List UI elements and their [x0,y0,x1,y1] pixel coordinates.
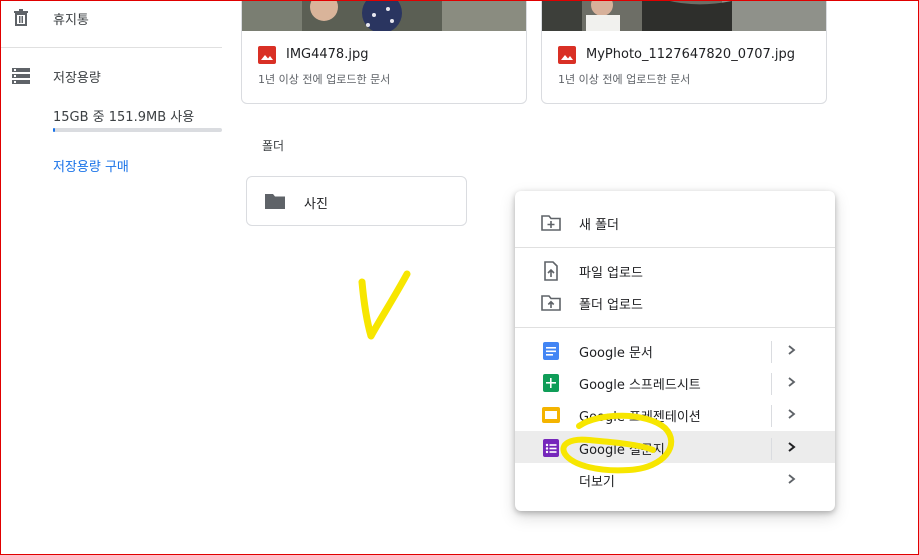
new-item-context-menu: 새 폴더 파일 업로드 폴더 업로드 Google 문서 Google 스프레드… [515,191,835,511]
sidebar-divider [0,47,222,48]
submenu-separator [771,438,772,460]
file-subtitle: 1년 이상 전에 업로드한 문서 [258,73,391,86]
file-thumbnail [542,0,826,31]
menu-divider [515,327,835,328]
storage-icon [12,68,30,84]
image-file-icon [558,46,576,64]
file-name: IMG4478.jpg [286,47,369,62]
chevron-right-icon[interactable] [785,372,799,392]
file-upload-icon [544,261,558,281]
menu-item-label: Google 스프레드시트 [579,378,701,393]
file-card[interactable]: IMG4478.jpg 1년 이상 전에 업로드한 문서 [241,0,527,104]
submenu-separator [771,373,772,395]
menu-item-label: 폴더 업로드 [579,298,643,313]
sidebar-item-trash[interactable]: 휴지통 [53,9,89,28]
storage-progress-fill [53,128,55,132]
submenu-separator [771,341,772,363]
storage-progress-bar [53,128,222,132]
sidebar-item-storage[interactable]: 저장용량 [53,67,101,86]
new-folder-icon [541,215,561,231]
menu-item-label: 새 폴더 [579,218,620,233]
chevron-right-icon[interactable] [785,469,799,489]
menu-item-google-docs[interactable]: Google 문서 [515,334,835,366]
storage-usage-text: 15GB 중 151.9MB 사용 [53,110,195,125]
chevron-right-icon[interactable] [785,340,799,360]
menu-item-label: Google 문서 [579,346,653,361]
highlight-annotation [560,412,675,474]
folder-card[interactable]: 사진 [246,176,467,226]
google-sheets-icon [543,374,559,392]
trash-icon [14,9,28,26]
file-thumbnail [242,0,526,31]
buy-storage-link[interactable]: 저장용량 구매 [53,156,129,175]
chevron-right-icon[interactable] [785,404,799,424]
menu-item-label: 파일 업로드 [579,266,643,281]
menu-item-file-upload[interactable]: 파일 업로드 [515,254,835,286]
google-docs-icon [543,342,559,360]
folder-upload-icon [541,295,561,311]
folder-icon [265,194,285,209]
menu-item-google-sheets[interactable]: Google 스프레드시트 [515,366,835,398]
file-card[interactable]: MyPhoto_1127647820_0707.jpg 1년 이상 전에 업로드… [541,0,827,104]
folders-section-label: 폴더 [262,139,285,153]
chevron-right-icon[interactable] [785,437,799,457]
menu-item-new-folder[interactable]: 새 폴더 [515,206,835,238]
file-subtitle: 1년 이상 전에 업로드한 문서 [558,73,691,86]
check-mark-annotation [358,270,411,340]
menu-divider [515,247,835,248]
submenu-separator [771,405,772,427]
image-file-icon [258,46,276,64]
menu-item-folder-upload[interactable]: 폴더 업로드 [515,286,835,318]
folder-name: 사진 [304,197,328,212]
file-name: MyPhoto_1127647820_0707.jpg [586,47,796,62]
